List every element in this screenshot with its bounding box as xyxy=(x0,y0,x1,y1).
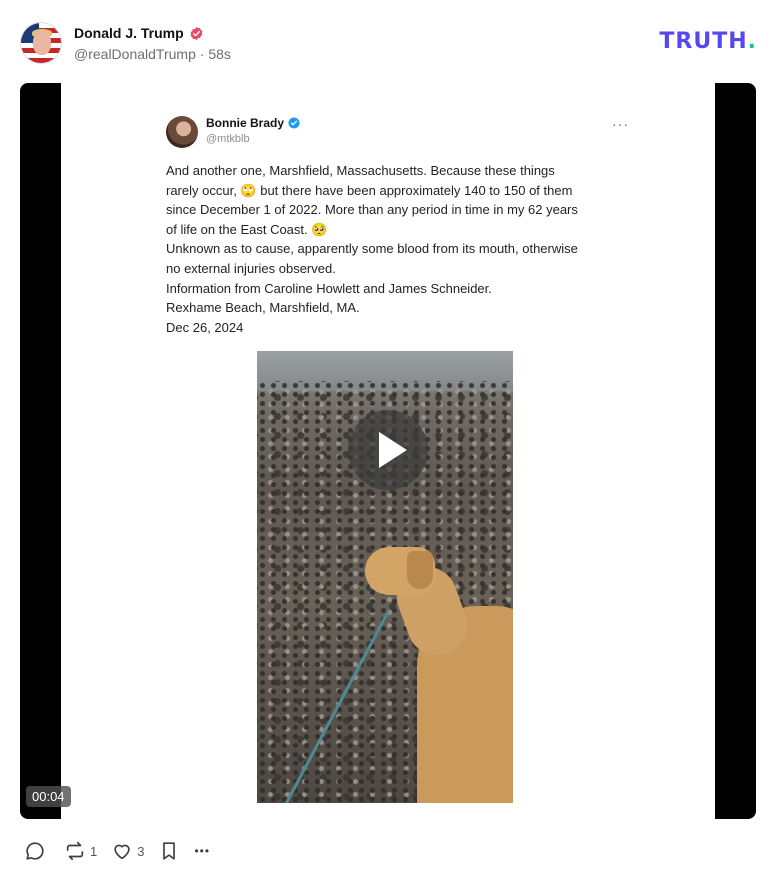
video-duration: 00:04 xyxy=(26,786,71,807)
repost-count: 1 xyxy=(90,843,98,859)
bookmark-icon xyxy=(163,842,176,860)
reply-button[interactable] xyxy=(24,840,50,862)
action-bar: 1 3 ••• xyxy=(24,838,224,864)
author-meta: @realDonaldTrump · 58s xyxy=(74,46,231,62)
verified-badge-icon xyxy=(190,26,203,40)
more-button[interactable]: ••• xyxy=(194,844,210,858)
embedded-author-handle: @mtkblb xyxy=(206,133,250,145)
repost-icon xyxy=(66,841,84,861)
heart-icon xyxy=(114,844,130,860)
tweet-line: of life on the East Coast. 🥺 xyxy=(166,221,328,237)
like-count: 3 xyxy=(137,843,145,859)
more-icon: ••• xyxy=(194,844,211,858)
author-name-row: Donald J. Trump xyxy=(74,23,204,43)
tweet-line: Dec 26, 2024 xyxy=(166,319,244,335)
author-avatar[interactable] xyxy=(20,22,62,64)
tweet-line: Unknown as to cause, apparently some blo… xyxy=(166,241,578,257)
play-button[interactable] xyxy=(348,410,428,490)
embedded-avatar xyxy=(166,116,198,148)
embedded-author-name-row: Bonnie Brady xyxy=(206,116,300,130)
truth-logo[interactable]: TRUTH. xyxy=(659,29,757,54)
logo-text: TRUTH xyxy=(659,29,748,54)
video-player[interactable]: Bonnie Brady @mtkblb ··· And another one… xyxy=(20,83,756,819)
reply-icon xyxy=(26,842,44,860)
bookmark-button[interactable] xyxy=(158,840,180,862)
tweet-line: since December 1 of 2022. More than any … xyxy=(166,202,578,218)
author-name[interactable]: Donald J. Trump xyxy=(74,25,184,41)
post-header: Donald J. Trump @realDonaldTrump · 58s T… xyxy=(20,20,757,66)
meta-separator: · xyxy=(199,46,205,62)
tweet-line: no external injuries observed. xyxy=(166,260,336,276)
repost-button[interactable]: 1 xyxy=(64,840,97,862)
embedded-tweet-text: And another one, Marshfield, Massachuset… xyxy=(166,161,636,337)
logo-dot: . xyxy=(747,29,757,54)
like-button[interactable]: 3 xyxy=(111,840,144,862)
tweet-line: And another one, Marshfield, Massachuset… xyxy=(166,163,555,178)
avatar-face xyxy=(33,31,51,55)
verified-check-icon xyxy=(288,117,300,129)
dog-ear xyxy=(407,551,433,589)
play-icon xyxy=(379,432,407,468)
tweet-line: Rexhame Beach, Marshfield, MA. xyxy=(166,300,360,316)
tweet-line: Information from Caroline Howlett and Ja… xyxy=(166,280,492,296)
embedded-more-icon: ··· xyxy=(612,116,629,132)
embedded-author-name: Bonnie Brady xyxy=(206,116,285,130)
tweet-line: rarely occur, 🙄 but there have been appr… xyxy=(166,182,573,198)
author-handle[interactable]: @realDonaldTrump xyxy=(74,46,196,62)
post-time[interactable]: 58s xyxy=(208,46,231,62)
